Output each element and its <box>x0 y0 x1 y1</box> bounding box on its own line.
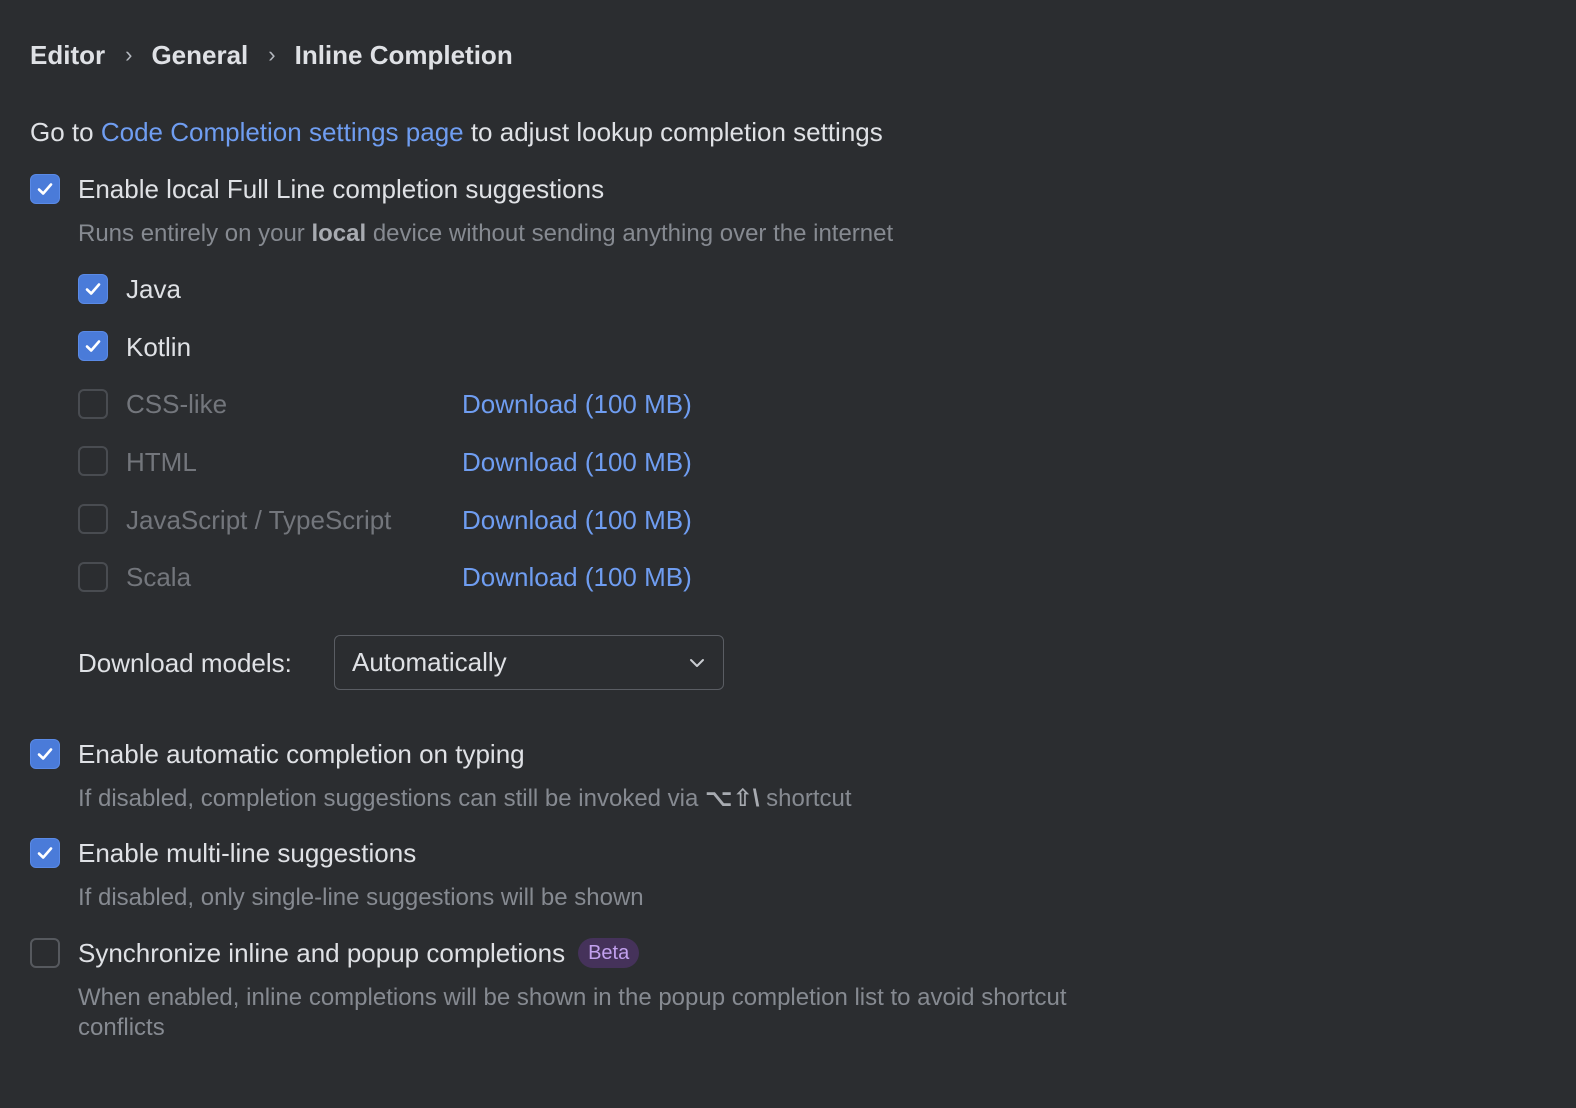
full-line-checkbox[interactable] <box>30 174 60 204</box>
full-line-hint: Runs entirely on your local device witho… <box>78 220 894 247</box>
code-completion-settings-link[interactable]: Code Completion settings page <box>101 117 464 147</box>
breadcrumb: Editor › General › Inline Completion <box>30 36 513 74</box>
css-like-checkbox <box>78 389 108 419</box>
breadcrumb-item-general[interactable]: General <box>151 40 248 71</box>
scala-checkbox <box>78 562 108 592</box>
download-models-dropdown[interactable]: Automatically <box>334 635 724 690</box>
chevron-down-icon <box>690 659 704 667</box>
breadcrumb-item-inline-completion: Inline Completion <box>294 39 513 70</box>
html-label: HTML <box>126 447 197 477</box>
scala-label: Scala <box>126 562 192 592</box>
css-like-label: CSS-like <box>126 389 228 419</box>
beta-badge: Beta <box>578 938 640 968</box>
java-checkbox[interactable] <box>78 274 108 304</box>
shortcut-keys: ⌥⇧\ <box>705 785 760 812</box>
checkmark-icon <box>85 283 101 295</box>
javascript-typescript-label: JavaScript / TypeScript <box>126 505 392 535</box>
intro-prefix: Go to <box>30 117 101 147</box>
full-line-label[interactable]: Enable local Full Line completion sugges… <box>78 172 604 206</box>
scala-download-link[interactable]: Download (100 MB) <box>462 560 692 594</box>
checkmark-icon <box>37 183 53 195</box>
checkmark-icon <box>37 748 53 760</box>
breadcrumb-item-editor[interactable]: Editor <box>30 40 105 71</box>
intro-text: Go to Code Completion settings page to a… <box>30 114 883 150</box>
download-models-value: Automatically <box>352 647 507 677</box>
sync-checkbox[interactable] <box>30 938 60 968</box>
java-label[interactable]: Java <box>126 272 181 306</box>
javascript-typescript-download-link[interactable]: Download (100 MB) <box>462 503 692 537</box>
intro-suffix: to adjust lookup completion settings <box>463 117 883 147</box>
html-download-link[interactable]: Download (100 MB) <box>462 445 692 479</box>
chevron-right-icon: › <box>125 42 133 67</box>
multi-line-checkbox[interactable] <box>30 838 60 868</box>
checkmark-icon <box>37 847 53 859</box>
javascript-typescript-checkbox <box>78 504 108 534</box>
auto-completion-hint: If disabled, completion suggestions can … <box>78 785 852 812</box>
chevron-right-icon: › <box>268 42 276 67</box>
css-like-download-link[interactable]: Download (100 MB) <box>462 387 692 421</box>
auto-completion-label[interactable]: Enable automatic completion on typing <box>78 737 525 771</box>
auto-completion-checkbox[interactable] <box>30 739 60 769</box>
checkmark-icon <box>85 340 101 352</box>
download-models-label: Download models: <box>78 648 292 678</box>
html-checkbox <box>78 446 108 476</box>
sync-row: Synchronize inline and popup completions… <box>78 936 640 970</box>
multi-line-label[interactable]: Enable multi-line suggestions <box>78 836 416 870</box>
sync-hint-line1: When enabled, inline completions will be… <box>78 984 1067 1011</box>
kotlin-label[interactable]: Kotlin <box>126 330 191 364</box>
sync-hint-line2: conflicts <box>78 1014 165 1041</box>
multi-line-hint: If disabled, only single-line suggestion… <box>78 884 644 911</box>
sync-label[interactable]: Synchronize inline and popup completions <box>78 936 565 970</box>
kotlin-checkbox[interactable] <box>78 331 108 361</box>
